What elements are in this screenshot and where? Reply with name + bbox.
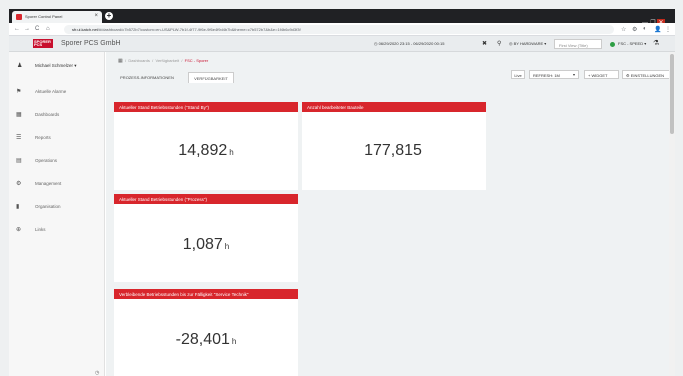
sidebar-item-label: Links: [35, 227, 46, 232]
user-menu[interactable]: ♟ Michael Schmelzer ▾: [9, 62, 105, 72]
value-number: -28,401: [175, 331, 230, 348]
widget-value: 177,815: [302, 142, 486, 160]
widget-title: Aktueller Stand Betriebsstunden ("Stand …: [114, 102, 298, 112]
tab-title: Sporer Control Panel: [25, 14, 63, 19]
machine-dropdown[interactable]: FSC - SPEED ▾: [618, 41, 646, 46]
share-icon[interactable]: ⚗: [653, 39, 659, 47]
breadcrumb-active: FSC - Sporer: [184, 58, 209, 63]
sidebar-item-dashboards[interactable]: ▦ Dashboards: [9, 111, 105, 121]
refresh-value: REFRESH: 1M: [533, 73, 560, 78]
sidebar-item-organisation[interactable]: ▮ Organisation: [9, 203, 105, 213]
refresh-select[interactable]: REFRESH: 1M ▾: [529, 70, 579, 79]
sidebar-item-alarms[interactable]: ⚑ Aktuelle Alarme: [9, 88, 105, 98]
sidebar-item-label: Organisation: [35, 204, 61, 209]
address-bar: ← → C ⌂ sfr.ui.katch.net/#/dashboard/c7b…: [9, 23, 675, 36]
home-icon[interactable]: ⌂: [46, 26, 50, 32]
sidebar-item-label: Operations: [35, 158, 58, 163]
pin-icon[interactable]: ⚲: [497, 40, 501, 47]
sidebar-item-reports[interactable]: ☰ Reports: [9, 134, 105, 144]
date-range-picker[interactable]: ◷ 06/29/2020 23:15 - 06/29/2020 00:15: [374, 41, 444, 46]
add-widget-button[interactable]: + WIDGET: [584, 70, 619, 79]
breadcrumb: ▦ / Dashboards / Verfügbarkeit / FSC - S…: [118, 58, 208, 64]
extension-icon[interactable]: ⚙: [632, 26, 637, 33]
value-unit: h: [229, 148, 234, 157]
url-path: /#/dashboard/c7b572b7/custom=en-US&PLW-7…: [97, 27, 301, 32]
forward-icon[interactable]: →: [24, 26, 30, 32]
settings-button[interactable]: ⚙ EINSTELLUNGEN: [622, 70, 673, 79]
widget-title: Anzahl bearbeiteter Bauteile: [302, 102, 486, 112]
widget-title: Aktueller Stand Betriebsstunden ("Prozes…: [114, 194, 298, 204]
url-input[interactable]: sfr.ui.katch.net/#/dashboard/c7b572b7/cu…: [64, 25, 614, 34]
user-name: Michael Schmelzer ▾: [35, 63, 77, 68]
live-toggle[interactable]: Live: [511, 70, 525, 79]
widget-process-hours[interactable]: Aktueller Stand Betriebsstunden ("Prozes…: [114, 194, 298, 282]
menu-icon[interactable]: ⋮: [665, 26, 671, 33]
star-icon[interactable]: ☆: [621, 26, 626, 33]
scrollbar-thumb[interactable]: [670, 54, 674, 134]
value-number: 14,892: [178, 142, 228, 159]
breadcrumb-sep: /: [152, 58, 154, 63]
chevron-down-icon: ▾: [572, 72, 575, 77]
sporer-logo[interactable]: SPORER PCS: [33, 39, 53, 48]
profile-icon[interactable]: 👤: [654, 26, 661, 33]
sidebar-item-label: Reports: [35, 135, 51, 140]
browser-tabbar: Sporer Control Panel × + —❐✕: [9, 9, 675, 27]
sidebar-item-operations[interactable]: ▤ Operations: [9, 157, 105, 167]
sidebar-item-label: Dashboards: [35, 112, 60, 117]
widget-value: -28,401 h: [114, 331, 298, 349]
extension-2-icon[interactable]: ◐: [643, 26, 647, 32]
status-indicator: [610, 42, 615, 47]
sidebar-item-label: Management: [35, 181, 62, 186]
back-icon[interactable]: ←: [14, 26, 20, 32]
app-header: SPORER PCS Sporer PCS GmbH ◷ 06/29/2020 …: [9, 36, 675, 52]
widget-parts-count[interactable]: Anzahl bearbeiteter Bauteile 177,815: [302, 102, 486, 190]
breadcrumb-item[interactable]: Verfügbarkeit: [156, 58, 180, 63]
sidebar-item-management[interactable]: ⚙ Management: [9, 180, 105, 190]
sidebar-item-label: Aktuelle Alarme: [35, 89, 67, 94]
company-name: Sporer PCS GmbH: [61, 40, 121, 47]
reload-icon[interactable]: C: [35, 26, 39, 32]
list-icon: ☰: [16, 135, 22, 141]
home-icon[interactable]: ▦: [118, 58, 123, 64]
tab-close-icon[interactable]: ×: [94, 13, 98, 19]
clock-icon[interactable]: ◷: [95, 370, 99, 376]
operations-icon: ▤: [16, 158, 22, 164]
breadcrumb-item[interactable]: Dashboards: [128, 58, 150, 63]
sidebar: ♟ Michael Schmelzer ▾ ⚑ Aktuelle Alarme …: [9, 52, 105, 376]
gear-icon: ⚙: [16, 181, 22, 187]
widget-title: Verbleibende Betriebsstunden bis zur Fäl…: [114, 289, 298, 299]
widget-standby-hours[interactable]: Aktueller Stand Betriebsstunden ("Stand …: [114, 102, 298, 190]
value-number: 177,815: [364, 142, 422, 159]
browser-tab[interactable]: Sporer Control Panel ×: [12, 11, 102, 23]
plus-box-icon: ⊕: [16, 227, 22, 233]
widget-service-remaining[interactable]: Verbleibende Betriebsstunden bis zur Fäl…: [114, 289, 298, 376]
value-unit: h: [224, 242, 230, 251]
breadcrumb-sep: /: [124, 58, 127, 63]
value-number: 1,087: [182, 236, 223, 253]
tab-process-info[interactable]: PROZESS-INFORMATIONEN: [110, 72, 184, 83]
close-icon[interactable]: ✖: [482, 40, 487, 47]
building-icon: ▮: [16, 204, 20, 210]
dashboard-icon: ▦: [16, 112, 22, 118]
page-scrollbar[interactable]: [669, 52, 675, 376]
flag-icon: ⚑: [16, 89, 22, 95]
view-select[interactable]: First View (Title): [554, 39, 602, 49]
window-controls: —❐✕: [641, 11, 671, 27]
new-tab-button[interactable]: +: [105, 12, 113, 20]
widget-value: 1,087 h: [114, 236, 298, 254]
main-content: ▦ / Dashboards / Verfügbarkeit / FSC - S…: [106, 52, 675, 376]
user-icon: ♟: [17, 63, 23, 69]
url-host: sfr.ui.katch.net: [72, 27, 98, 32]
tab-availability[interactable]: VERFÜGBARKEIT: [188, 72, 234, 83]
hardware-dropdown[interactable]: ◎ BY HARDWARE ▾: [509, 41, 546, 46]
value-unit: h: [231, 337, 237, 346]
favicon-icon: [16, 14, 22, 20]
widget-value: 14,892 h: [114, 142, 298, 160]
browser-window: Sporer Control Panel × + —❐✕ ← → C ⌂ sfr…: [9, 9, 675, 376]
sidebar-item-links[interactable]: ⊕ Links: [9, 226, 105, 236]
breadcrumb-sep: /: [181, 58, 183, 63]
